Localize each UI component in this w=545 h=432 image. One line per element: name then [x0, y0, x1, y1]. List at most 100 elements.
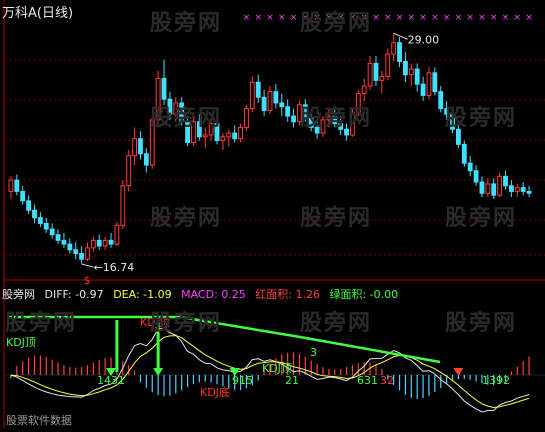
signal-marker: ×	[278, 13, 286, 23]
watermark: 股旁网	[300, 106, 373, 131]
candle-body	[497, 175, 503, 196]
candle-body	[255, 81, 261, 98]
macd-value: MACD: 0.25	[181, 288, 246, 301]
candle-body	[261, 96, 267, 111]
signal-marker: ×	[419, 13, 427, 23]
signal-marker: ×	[478, 13, 486, 23]
candle-body	[279, 102, 285, 108]
high-pointer	[393, 32, 408, 40]
candle-body	[49, 228, 55, 236]
dea-value: DEA: -1.09	[113, 288, 172, 301]
signal-marker: ×	[266, 13, 274, 23]
candle-body	[202, 134, 208, 138]
candle-body	[397, 42, 402, 63]
indicator-label: 32	[380, 374, 394, 387]
candle-body	[132, 138, 137, 157]
red-area-value: 红面积: 1.26	[255, 288, 320, 301]
signal-marker: ×	[525, 13, 533, 23]
watermark: 股旁网	[300, 311, 373, 336]
candle-body	[426, 72, 432, 96]
candle-body	[8, 179, 14, 192]
indicator-source: 股旁网	[2, 288, 35, 301]
signal-marker: ×	[455, 13, 463, 23]
candle-body	[367, 62, 373, 87]
candle-body	[37, 217, 43, 224]
indicator-label: 915	[232, 374, 253, 387]
candle-body	[267, 91, 273, 111]
signal-marker: ×	[514, 13, 522, 23]
candle-body	[26, 200, 32, 211]
candle-body	[473, 170, 479, 183]
indicator-label: 1431	[97, 374, 125, 387]
candle-body	[249, 81, 255, 110]
candle-body	[232, 132, 238, 140]
high-label: 29.00	[408, 33, 440, 46]
candle-body	[503, 175, 508, 187]
candle-body	[285, 106, 291, 117]
watermark: 股旁网	[150, 206, 223, 231]
candle-body	[508, 185, 514, 192]
candle-body	[73, 249, 79, 255]
candle-body	[90, 239, 96, 249]
watermark: 股旁网	[300, 11, 373, 36]
signal-marker: ×	[466, 13, 474, 23]
candle-body	[291, 115, 296, 123]
candle-body	[414, 68, 420, 85]
candle-body	[373, 62, 379, 81]
watermark: 股旁网	[445, 206, 518, 231]
candle-body	[485, 183, 491, 194]
candle-body	[102, 239, 108, 247]
candle-body	[244, 108, 249, 128]
candle-body	[138, 138, 143, 155]
candle-body	[461, 143, 467, 164]
signal-marker: ×	[290, 13, 298, 23]
signal-marker: ×	[408, 13, 416, 23]
candle-body	[79, 253, 85, 260]
signal-marker: ×	[254, 13, 262, 23]
candle-body	[85, 247, 90, 260]
signal-marker: ×	[243, 13, 251, 23]
candle-body	[108, 239, 114, 245]
indicator-label: 21	[285, 374, 299, 387]
indicator-label: 3	[310, 346, 317, 359]
candle-body	[126, 155, 132, 187]
candle-body	[438, 91, 444, 110]
watermark: 股旁网	[150, 106, 223, 131]
indicator-label: 1392	[482, 374, 510, 387]
watermark: 股旁网	[150, 311, 223, 336]
candle-body	[420, 83, 426, 96]
candle-body	[226, 132, 232, 138]
green-area-value: 绿面积: -0.00	[329, 288, 399, 301]
signal-marker: ×	[431, 13, 439, 23]
candle-body	[361, 85, 367, 95]
watermark: 股旁网	[445, 311, 518, 336]
candle-body	[120, 185, 126, 226]
diff-value: DIFF: -0.97	[44, 288, 104, 301]
signal-marker: ×	[490, 13, 498, 23]
candle-body	[514, 187, 520, 192]
candle-body	[491, 183, 497, 196]
footer-label: 股票软件数据	[6, 413, 72, 427]
candle-body	[526, 190, 532, 194]
candle-body	[379, 76, 385, 81]
signal-marker: ×	[372, 13, 380, 23]
watermark: 股旁网	[445, 106, 518, 131]
candle-body	[96, 239, 102, 247]
candle-body	[479, 181, 485, 194]
watermark: 股旁网	[5, 311, 78, 336]
signal-marker: ×	[502, 13, 510, 23]
candle-body	[61, 239, 67, 245]
candle-body	[467, 162, 473, 172]
low-label: ←16.74	[94, 261, 135, 274]
candle-body	[220, 136, 226, 142]
indicator-header: 股旁网 DIFF: -0.97 DEA: -1.09 MACD: 0.25 红面…	[2, 286, 404, 302]
candle-body	[161, 77, 167, 100]
watermark: 股旁网	[150, 11, 223, 36]
candle-body	[55, 234, 61, 241]
indicator-label: KDJ顶	[6, 336, 36, 349]
chart-title: 万科A(日线)	[2, 6, 74, 21]
candle-body	[403, 61, 408, 76]
candle-body	[143, 153, 149, 166]
candle-body	[238, 126, 243, 140]
candle-body	[14, 179, 20, 192]
